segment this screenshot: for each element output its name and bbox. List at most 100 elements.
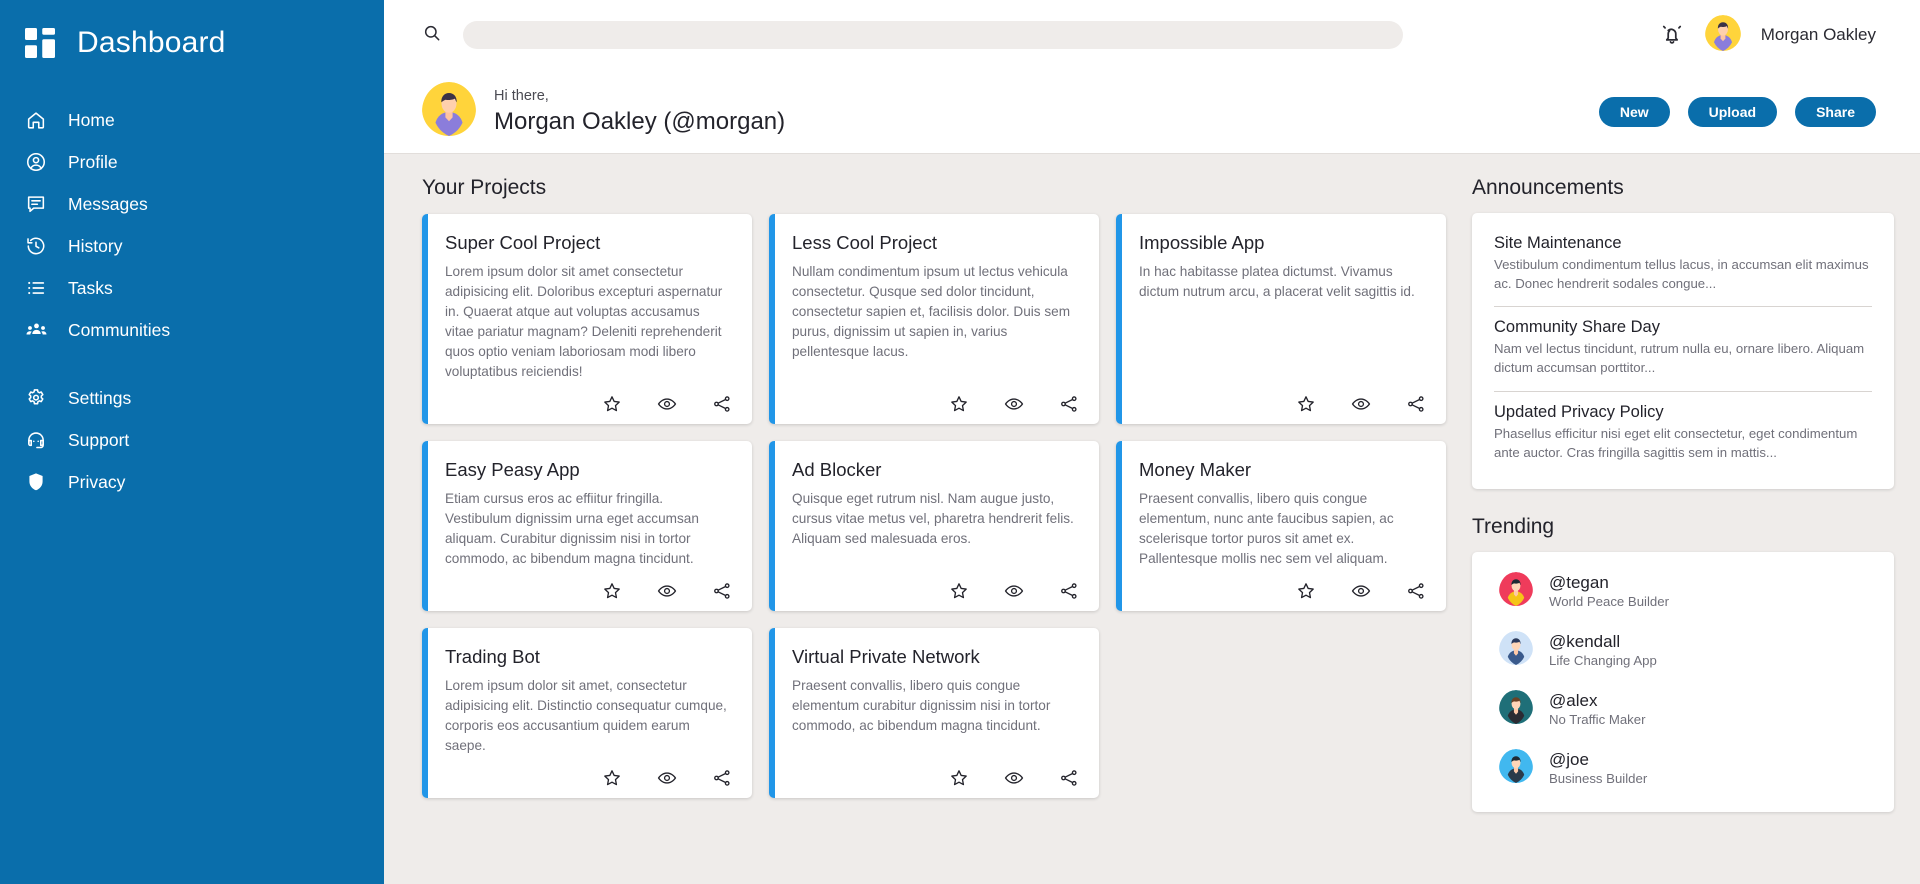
app-root: Dashboard Home Profile Messages History … (0, 0, 1920, 884)
project-card[interactable]: Super Cool Project Lorem ipsum dolor sit … (422, 214, 752, 424)
announcements-panel: Site Maintenance Vestibulum condimentum t… (1472, 213, 1894, 490)
topbar-user-name: Morgan Oakley (1760, 25, 1876, 44)
star-icon[interactable] (602, 581, 622, 601)
avatar-large[interactable] (422, 82, 476, 141)
trending-block: Trending @tegan World Peace Builder @kenda… (1472, 515, 1894, 813)
eye-icon[interactable] (657, 581, 677, 601)
share-icon[interactable] (712, 394, 732, 414)
sidebar-item-label: Tasks (68, 277, 113, 298)
project-card-actions (792, 768, 1079, 788)
announcement-title: Community Share Day (1494, 318, 1660, 337)
project-card[interactable]: Ad Blocker Quisque eget rutrum nisl. Nam … (769, 440, 1099, 611)
announcement-item[interactable]: Site Maintenance Vestibulum condimentum t… (1494, 223, 1872, 306)
search-icon[interactable] (422, 23, 442, 48)
project-card[interactable]: Money Maker Praesent convallis, libero qu… (1116, 440, 1446, 611)
sidebar-item-support[interactable]: Support (0, 419, 384, 461)
eye-icon[interactable] (1351, 394, 1371, 414)
project-card-title: Virtual Private Network (792, 645, 980, 667)
eye-icon[interactable] (1351, 581, 1371, 601)
share-icon[interactable] (1059, 768, 1079, 788)
project-card[interactable]: Less Cool Project Nullam condimentum ipsu… (769, 214, 1099, 424)
project-card[interactable]: Easy Peasy App Etiam cursus eros ac effii… (422, 440, 752, 611)
share-icon[interactable] (1059, 581, 1079, 601)
search-input[interactable] (463, 21, 1403, 49)
sidebar-item-label: Privacy (68, 471, 126, 492)
trending-subtitle: World Peace Builder (1549, 594, 1669, 610)
eye-icon[interactable] (1004, 394, 1024, 414)
announcement-title: Updated Privacy Policy (1494, 402, 1664, 421)
announcement-item[interactable]: Updated Privacy Policy Phasellus efficitu… (1494, 390, 1872, 475)
trending-item[interactable]: @kendall Life Changing App (1494, 621, 1872, 680)
share-icon[interactable] (1406, 394, 1426, 414)
project-card-body: Lorem ipsum dolor sit amet, consectetur … (445, 677, 727, 753)
share-icon[interactable] (712, 768, 732, 788)
content-area: Your Projects Super Cool Project Lorem ip… (384, 154, 1920, 884)
project-card[interactable]: Trading Bot Lorem ipsum dolor sit amet, c… (422, 627, 752, 798)
trending-item[interactable]: @tegan World Peace Builder (1494, 562, 1872, 621)
eye-icon[interactable] (1004, 581, 1024, 601)
trending-meta: @joe Business Builder (1549, 750, 1647, 787)
new-button[interactable]: New (1598, 96, 1670, 127)
projects-grid: Super Cool Project Lorem ipsum dolor sit … (422, 214, 1446, 798)
sidebar-item-settings[interactable]: Settings (0, 377, 384, 419)
sidebar-item-privacy[interactable]: Privacy (0, 461, 384, 503)
main-area: Morgan Oakley Hi there, Morgan Oakley (@… (384, 0, 1920, 884)
sidebar-item-tasks[interactable]: Tasks (0, 267, 384, 309)
eye-icon[interactable] (657, 768, 677, 788)
upload-button[interactable]: Upload (1687, 96, 1778, 127)
page-title: Your Projects (422, 176, 547, 199)
star-icon[interactable] (602, 768, 622, 788)
greeting-bar: Hi there, Morgan Oakley (@morgan) New Up… (384, 70, 1920, 154)
trending-subtitle: Life Changing App (1549, 653, 1657, 669)
sidebar-item-label: Communities (68, 319, 171, 340)
chat-bubble-icon (24, 192, 48, 216)
project-card-actions (445, 581, 732, 601)
project-card-actions (792, 581, 1079, 601)
sidebar-item-profile[interactable]: Profile (0, 141, 384, 183)
home-icon (24, 108, 48, 132)
project-card-body: Praesent convallis, libero quis congue e… (1139, 490, 1394, 566)
sidebar-item-history[interactable]: History (0, 225, 384, 267)
project-card-title: Super Cool Project (445, 232, 601, 253)
share-icon[interactable] (1059, 394, 1079, 414)
eye-icon[interactable] (657, 394, 677, 414)
project-card[interactable]: Virtual Private Network Praesent convalli… (769, 627, 1099, 798)
topbar-user-area: Morgan Oakley (1659, 14, 1898, 56)
eye-icon[interactable] (1004, 768, 1024, 788)
star-icon[interactable] (1296, 581, 1316, 601)
trending-avatar (1499, 631, 1533, 670)
project-card[interactable]: Impossible App In hac habitasse platea di… (1116, 214, 1446, 424)
sidebar-item-label: Support (68, 429, 130, 450)
sidebar-item-communities[interactable]: Communities (0, 309, 384, 351)
star-icon[interactable] (1296, 394, 1316, 414)
gear-icon (24, 386, 48, 410)
sidebar: Dashboard Home Profile Messages History … (0, 0, 384, 884)
share-icon[interactable] (712, 581, 732, 601)
sidebar-item-messages[interactable]: Messages (0, 183, 384, 225)
brand[interactable]: Dashboard (0, 14, 384, 61)
avatar[interactable] (1704, 14, 1741, 56)
announcement-text: Vestibulum condimentum tellus lacus, in … (1494, 257, 1869, 291)
project-card-title: Ad Blocker (792, 458, 882, 480)
sidebar-item-home[interactable]: Home (0, 99, 384, 141)
star-icon[interactable] (602, 394, 622, 414)
sidebar-item-label: Messages (68, 193, 148, 214)
share-button[interactable]: Share (1795, 96, 1876, 127)
star-icon[interactable] (949, 768, 969, 788)
star-icon[interactable] (949, 581, 969, 601)
star-icon[interactable] (949, 394, 969, 414)
trending-item[interactable]: @joe Business Builder (1494, 739, 1872, 798)
sidebar-item-label: Settings (68, 387, 132, 408)
trending-heading: Trending (1472, 515, 1555, 539)
trending-handle: @joe (1549, 750, 1589, 770)
share-icon[interactable] (1406, 581, 1426, 601)
project-card-body: Praesent convallis, libero quis congue e… (792, 677, 1051, 733)
shield-icon (24, 470, 48, 494)
sidebar-item-label: Profile (68, 151, 118, 172)
announcement-item[interactable]: Community Share Day Nam vel lectus tincid… (1494, 306, 1872, 390)
project-card-actions (792, 394, 1079, 414)
notification-bell-icon[interactable] (1659, 22, 1685, 48)
trending-item[interactable]: @alex No Traffic Maker (1494, 680, 1872, 739)
list-icon (24, 276, 48, 300)
sidebar-item-label: History (68, 235, 123, 256)
